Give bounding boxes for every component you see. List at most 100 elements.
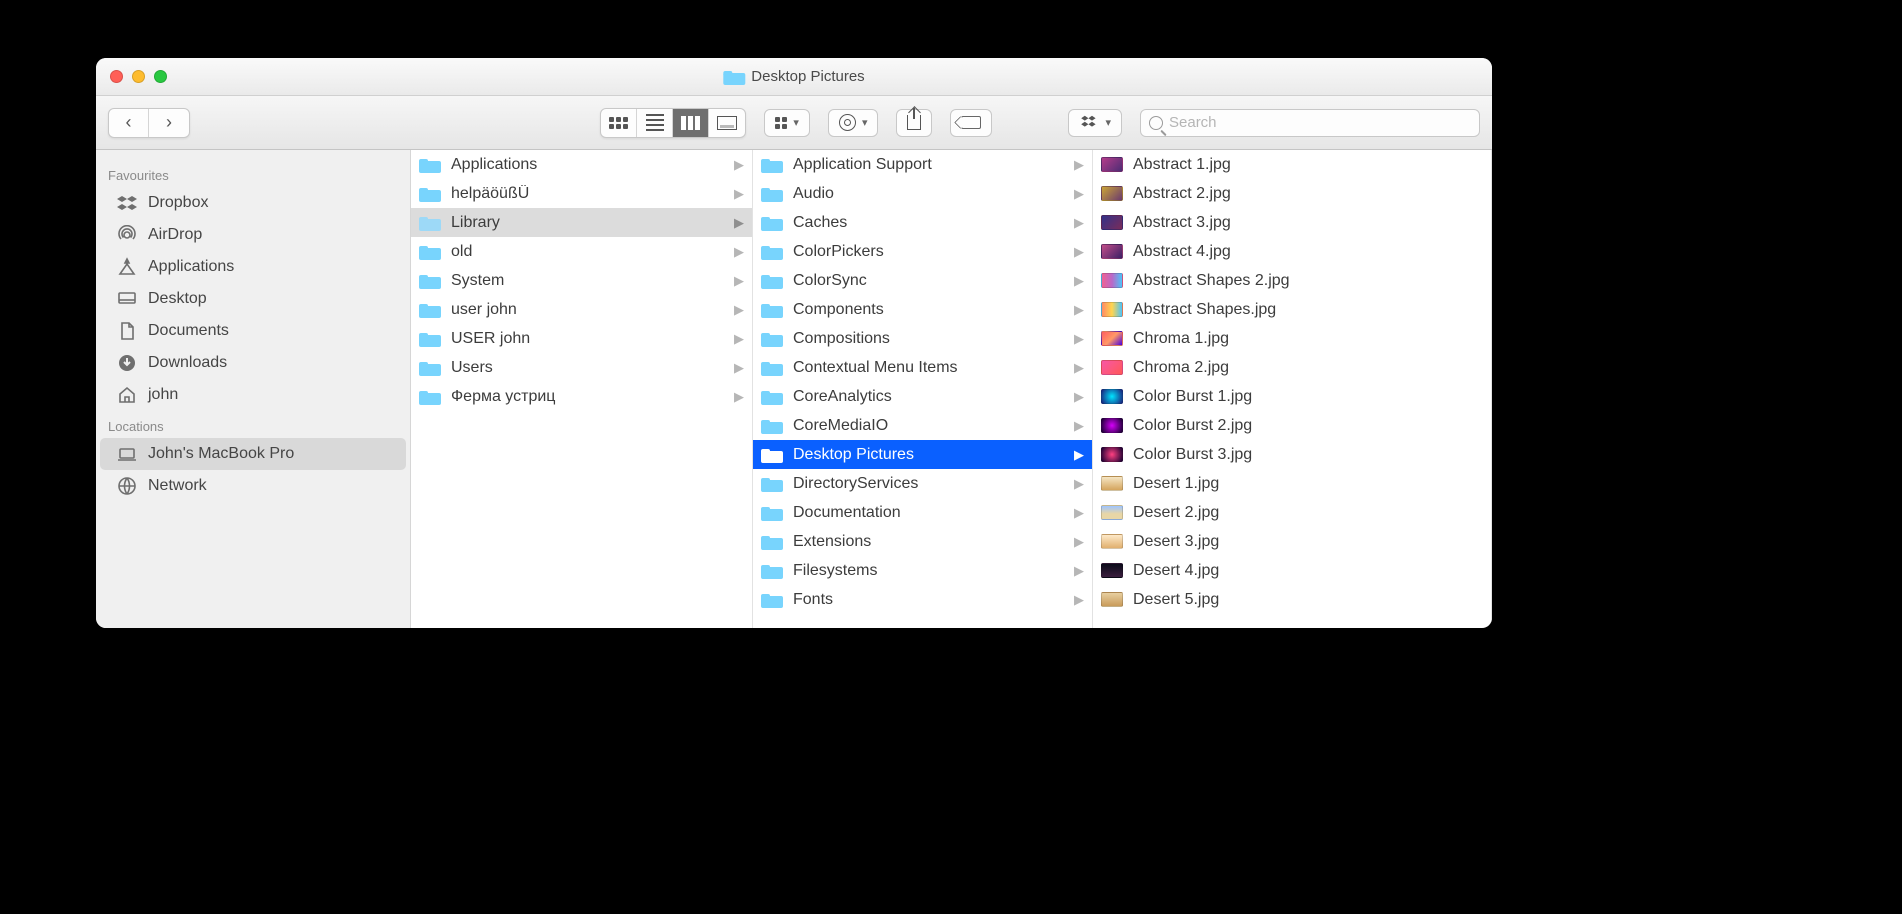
airdrop-icon <box>116 225 138 245</box>
group-by-button[interactable]: ▾ <box>764 109 810 137</box>
item-label: Desktop Pictures <box>793 446 1064 464</box>
sidebar-item-john-s-macbook-pro[interactable]: John's MacBook Pro <box>100 438 406 470</box>
image-thumbnail <box>1101 505 1123 520</box>
folder-row[interactable]: Users▶ <box>411 353 752 382</box>
finder-window: Desktop Pictures ‹ › ▾ ▾ <box>96 58 1492 628</box>
share-button[interactable] <box>896 109 932 137</box>
folder-row[interactable]: Application Support▶ <box>753 150 1092 179</box>
item-label: Components <box>793 301 1064 319</box>
folder-row[interactable]: DirectoryServices▶ <box>753 469 1092 498</box>
file-row[interactable]: Abstract 4.jpg <box>1093 237 1491 266</box>
file-row[interactable]: Desert 2.jpg <box>1093 498 1491 527</box>
chevron-down-icon: ▾ <box>1105 116 1111 129</box>
file-row[interactable]: Desert 5.jpg <box>1093 585 1491 614</box>
file-row[interactable]: Chroma 2.jpg <box>1093 353 1491 382</box>
folder-row[interactable]: Fonts▶ <box>753 585 1092 614</box>
image-thumbnail <box>1101 331 1123 346</box>
column-1[interactable]: Applications▶helpäöüßÜ▶Library▶old▶Syste… <box>411 150 753 628</box>
sidebar-item-downloads[interactable]: Downloads <box>100 347 406 379</box>
chevron-right-icon: ▶ <box>1074 331 1084 347</box>
zoom-window-button[interactable] <box>154 70 167 83</box>
file-row[interactable]: Chroma 1.jpg <box>1093 324 1491 353</box>
folder-row[interactable]: Components▶ <box>753 295 1092 324</box>
minimize-window-button[interactable] <box>132 70 145 83</box>
list-view-button[interactable] <box>637 109 673 137</box>
item-label: helpäöüßÜ <box>451 185 724 203</box>
sidebar-item-applications[interactable]: Applications <box>100 251 406 283</box>
gallery-view-button[interactable] <box>709 109 745 137</box>
folder-row[interactable]: user john▶ <box>411 295 752 324</box>
sidebar-item-dropbox[interactable]: Dropbox <box>100 187 406 219</box>
file-row[interactable]: Color Burst 3.jpg <box>1093 440 1491 469</box>
folder-row[interactable]: CoreAnalytics▶ <box>753 382 1092 411</box>
folder-row[interactable]: Audio▶ <box>753 179 1092 208</box>
item-label: Chroma 1.jpg <box>1133 330 1485 348</box>
column-3[interactable]: Abstract 1.jpg Abstract 2.jpgAbstract 3.j… <box>1093 150 1492 628</box>
folder-row[interactable]: CoreMediaIO▶ <box>753 411 1092 440</box>
folder-row[interactable]: Caches▶ <box>753 208 1092 237</box>
file-row[interactable]: Abstract 1.jpg <box>1093 150 1491 179</box>
folder-icon <box>419 244 441 260</box>
item-label: Desert 5.jpg <box>1133 591 1485 609</box>
folder-row[interactable]: ColorSync▶ <box>753 266 1092 295</box>
chevron-right-icon: ▶ <box>1074 563 1084 579</box>
folder-row[interactable]: Documentation▶ <box>753 498 1092 527</box>
icon-view-button[interactable] <box>601 109 637 137</box>
folder-row[interactable]: Compositions▶ <box>753 324 1092 353</box>
image-thumbnail <box>1101 215 1123 230</box>
file-row[interactable]: Abstract 3.jpg <box>1093 208 1491 237</box>
sidebar-item-desktop[interactable]: Desktop <box>100 283 406 315</box>
file-row[interactable]: Color Burst 2.jpg <box>1093 411 1491 440</box>
chevron-right-icon: ▶ <box>1074 244 1084 260</box>
item-label: Extensions <box>793 533 1064 551</box>
chevron-down-icon: ▾ <box>793 116 799 129</box>
file-row[interactable]: Desert 1.jpg <box>1093 469 1491 498</box>
chevron-right-icon: ▶ <box>734 331 744 347</box>
folder-row[interactable]: helpäöüßÜ▶ <box>411 179 752 208</box>
folder-row[interactable]: System▶ <box>411 266 752 295</box>
dropbox-icon <box>116 193 138 213</box>
file-row[interactable]: Abstract 2.jpg <box>1093 179 1491 208</box>
file-row[interactable]: Abstract Shapes.jpg <box>1093 295 1491 324</box>
item-label: Chroma 2.jpg <box>1133 359 1485 377</box>
item-label: Desert 1.jpg <box>1133 475 1485 493</box>
forward-button[interactable]: › <box>149 109 189 137</box>
tags-button[interactable] <box>950 109 992 137</box>
file-row[interactable]: Abstract Shapes 2.jpg <box>1093 266 1491 295</box>
back-button[interactable]: ‹ <box>109 109 149 137</box>
file-row[interactable]: Desert 3.jpg <box>1093 527 1491 556</box>
item-label: System <box>451 272 724 290</box>
folder-row[interactable]: USER john▶ <box>411 324 752 353</box>
folder-row[interactable]: ColorPickers▶ <box>753 237 1092 266</box>
sidebar-item-network[interactable]: Network <box>100 470 406 502</box>
sidebar-item-airdrop[interactable]: AirDrop <box>100 219 406 251</box>
item-label: Library <box>451 214 724 232</box>
folder-row[interactable]: Desktop Pictures▶ <box>753 440 1092 469</box>
folder-row[interactable]: Filesystems▶ <box>753 556 1092 585</box>
folder-row[interactable]: Ферма устриц▶ <box>411 382 752 411</box>
search-input[interactable] <box>1169 114 1471 131</box>
column-view-button[interactable] <box>673 109 709 137</box>
close-window-button[interactable] <box>110 70 123 83</box>
folder-row[interactable]: Library▶ <box>411 208 752 237</box>
folder-icon <box>761 505 783 521</box>
sidebar-item-john[interactable]: john <box>100 379 406 411</box>
folder-row[interactable]: old▶ <box>411 237 752 266</box>
laptop-icon <box>116 444 138 464</box>
file-row[interactable]: Desert 4.jpg <box>1093 556 1491 585</box>
dropbox-toolbar-button[interactable]: ▾ <box>1068 109 1122 137</box>
item-label: Audio <box>793 185 1064 203</box>
folder-row[interactable]: Extensions▶ <box>753 527 1092 556</box>
sidebar-item-documents[interactable]: Documents <box>100 315 406 347</box>
item-label: Abstract 1.jpg <box>1133 156 1485 174</box>
action-menu-button[interactable]: ▾ <box>828 109 879 137</box>
chevron-right-icon: ▶ <box>734 389 744 405</box>
search-field[interactable] <box>1140 109 1480 137</box>
folder-row[interactable]: Applications▶ <box>411 150 752 179</box>
folder-row[interactable]: Contextual Menu Items▶ <box>753 353 1092 382</box>
share-icon <box>907 115 921 130</box>
toolbar: ‹ › ▾ ▾ ▾ <box>96 96 1492 150</box>
column-2[interactable]: Application Support▶Audio▶Caches▶ColorPi… <box>753 150 1093 628</box>
folder-icon <box>761 592 783 608</box>
file-row[interactable]: Color Burst 1.jpg <box>1093 382 1491 411</box>
